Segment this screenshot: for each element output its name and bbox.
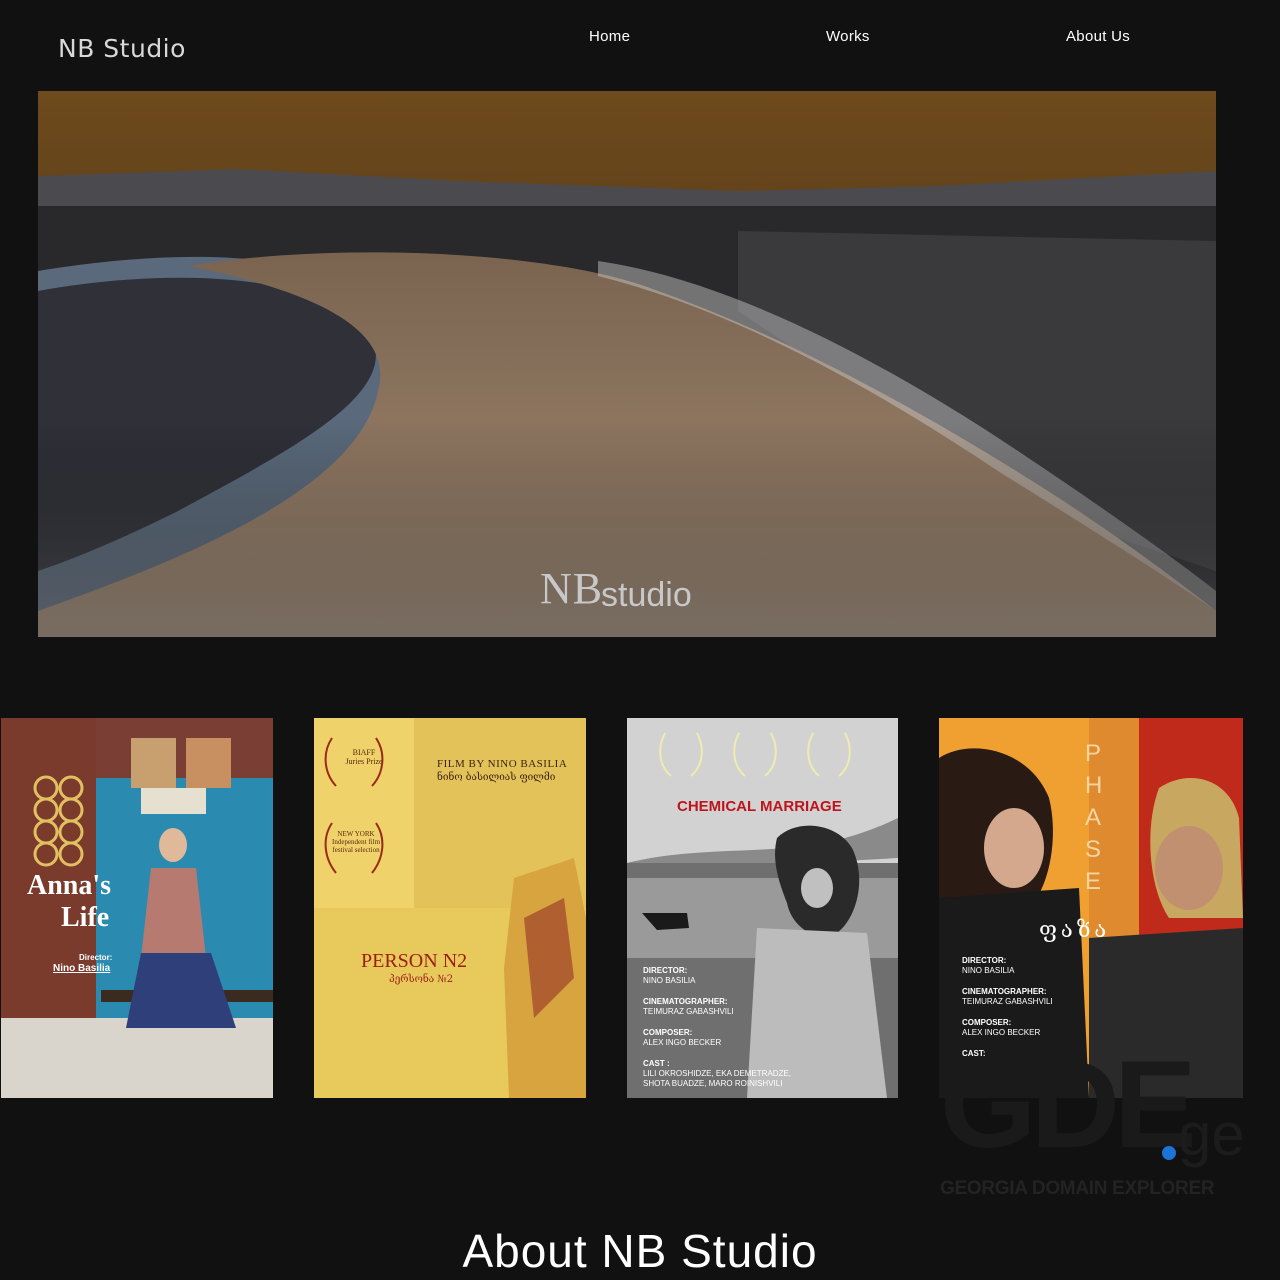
poster-annas-life-title-line2: Life xyxy=(61,902,110,933)
poster-cm-cinematographer: TEIMURAZ GABASHVILI xyxy=(643,1007,734,1016)
poster-person-n2-laurel2: NEW YORK Independent film festival selec… xyxy=(332,830,381,854)
gde-watermark-dot xyxy=(1162,1146,1176,1160)
hero-watermark-studio: studio xyxy=(601,576,692,614)
hero-landscape-image xyxy=(38,91,1216,637)
poster-person-n2-film-by-ka: ნინო ბასილიას ფილმი xyxy=(437,772,556,783)
poster-person-n2[interactable]: BIAFF Juries Prize NEW YORK Independent … xyxy=(314,718,586,1098)
poster-phase-cinematographer-label: CINEMATOGRAPHER: xyxy=(962,987,1047,996)
poster-phase-title-letter-p: P xyxy=(1085,740,1102,767)
nav-works[interactable]: Works xyxy=(826,28,870,45)
hero-watermark-nb: NB xyxy=(540,564,604,613)
poster-annas-life[interactable]: Anna's Life Director: Nino Basilia xyxy=(1,718,273,1098)
poster-person-n2-title: PERSON N2 xyxy=(361,950,468,972)
about-section-title: About NB Studio xyxy=(462,1225,818,1277)
poster-phase-director-label: DIRECTOR: xyxy=(962,956,1007,965)
nav-home[interactable]: Home xyxy=(589,28,630,45)
gde-watermark-ge: ge xyxy=(1178,1101,1245,1168)
poster-phase-cinematographer: TEIMURAZ GABASHVILI xyxy=(962,997,1053,1006)
poster-annas-life-director-label: Director: xyxy=(79,953,113,962)
poster-annas-life-image xyxy=(1,718,273,1098)
poster-annas-life-title-line1: Anna's xyxy=(27,870,112,901)
poster-cm-cast-label: CAST : xyxy=(643,1059,670,1068)
poster-cm-director-label: DIRECTOR: xyxy=(643,966,688,975)
poster-cm-director: NINO BASILIA xyxy=(643,976,696,985)
poster-cm-cinematographer-label: CINEMATOGRAPHER: xyxy=(643,997,728,1006)
poster-annas-life-director: Nino Basilia xyxy=(53,963,111,974)
poster-chemical-marriage-title: CHEMICAL MARRIAGE xyxy=(677,798,842,815)
poster-phase-title-letter-h: H xyxy=(1085,772,1103,799)
poster-person-n2-film-by: FILM BY NINO BASILIA xyxy=(437,758,568,770)
poster-phase-title-letter-s: S xyxy=(1085,836,1102,863)
poster-phase-title-letter-a: A xyxy=(1085,804,1102,831)
poster-chemical-marriage[interactable]: CHEMICAL MARRIAGE DIRECTOR: NINO BASILIA… xyxy=(627,718,898,1098)
poster-phase-title-ka: ფაზა xyxy=(1039,918,1111,943)
poster-phase-director: NINO BASILIA xyxy=(962,966,1015,975)
nav-about-us[interactable]: About Us xyxy=(1066,28,1130,45)
gde-watermark-subtitle: GEORGIA DOMAIN EXPLORER xyxy=(940,1178,1215,1199)
site-logo[interactable]: NB Studio xyxy=(58,34,186,63)
hero-video[interactable]: NB studio xyxy=(38,91,1216,637)
poster-cm-cast-line2: SHOTA BUADZE, MARO ROINISHVILI xyxy=(643,1079,783,1088)
gde-watermark-logo: GDE xyxy=(940,1036,1197,1174)
gde-watermark: GDE ge GEORGIA DOMAIN EXPLORER xyxy=(940,1036,1245,1200)
poster-cm-composer: ALEX INGO BECKER xyxy=(643,1038,722,1047)
poster-phase-title: P H A S E xyxy=(1085,738,1103,898)
poster-cm-composer-label: COMPOSER: xyxy=(643,1028,693,1037)
poster-person-n2-laurel1: BIAFF Juries Prize xyxy=(345,748,383,766)
site-header: NB Studio Home Works About Us xyxy=(0,0,1280,90)
poster-person-n2-title-ka: პერსონა №2 xyxy=(389,974,454,985)
poster-cm-cast-line1: LILI OKROSHIDZE, EKA DEMETRADZE, xyxy=(643,1069,792,1078)
poster-phase-composer-label: COMPOSER: xyxy=(962,1018,1012,1027)
poster-phase-title-letter-e: E xyxy=(1085,868,1102,895)
